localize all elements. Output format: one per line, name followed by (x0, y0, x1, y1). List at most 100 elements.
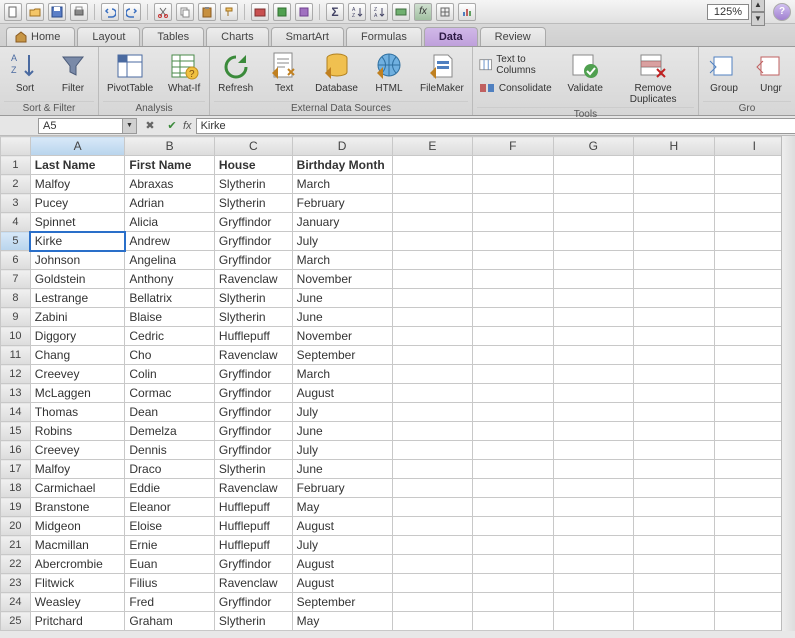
refresh-button[interactable]: Refresh (214, 49, 257, 96)
cell[interactable] (392, 574, 472, 593)
cell[interactable] (392, 460, 472, 479)
column-header[interactable]: A (30, 137, 125, 156)
cell[interactable]: Malfoy (30, 460, 125, 479)
cell[interactable] (634, 346, 715, 365)
row-header[interactable]: 6 (1, 251, 31, 270)
toolbox-icon[interactable] (251, 3, 269, 21)
cell[interactable]: Ravenclaw (214, 270, 292, 289)
cell[interactable] (634, 213, 715, 232)
cell[interactable]: Angelina (125, 251, 215, 270)
cell[interactable] (473, 194, 553, 213)
cell[interactable]: July (292, 441, 392, 460)
cell[interactable] (473, 327, 553, 346)
cell[interactable] (473, 289, 553, 308)
cell[interactable]: Euan (125, 555, 215, 574)
format-painter-icon[interactable] (220, 3, 238, 21)
cell[interactable] (473, 384, 553, 403)
cell[interactable]: Draco (125, 460, 215, 479)
cell[interactable] (392, 346, 472, 365)
cell[interactable]: Slytherin (214, 194, 292, 213)
cell[interactable]: Macmillan (30, 536, 125, 555)
cell[interactable]: July (292, 403, 392, 422)
row-header[interactable]: 2 (1, 175, 31, 194)
cut-icon[interactable] (154, 3, 172, 21)
cell[interactable]: Last Name (30, 156, 125, 175)
cell[interactable] (392, 612, 472, 631)
undo-icon[interactable] (101, 3, 119, 21)
cell[interactable]: Thomas (30, 403, 125, 422)
cell[interactable]: Flitwick (30, 574, 125, 593)
cell[interactable]: Johnson (30, 251, 125, 270)
row-header[interactable]: 13 (1, 384, 31, 403)
cell[interactable]: Adrian (125, 194, 215, 213)
cell[interactable]: Colin (125, 365, 215, 384)
cell[interactable] (553, 536, 634, 555)
sum-icon[interactable]: Σ (326, 3, 344, 21)
row-header[interactable]: 17 (1, 460, 31, 479)
tab-smartart[interactable]: SmartArt (271, 27, 344, 46)
cell[interactable]: Filius (125, 574, 215, 593)
cell[interactable] (634, 479, 715, 498)
row-header[interactable]: 16 (1, 441, 31, 460)
cell[interactable]: May (292, 498, 392, 517)
text-import-button[interactable]: Text (263, 49, 305, 96)
cell[interactable] (392, 251, 472, 270)
cell[interactable]: August (292, 555, 392, 574)
cell[interactable]: Ernie (125, 536, 215, 555)
row-header[interactable]: 22 (1, 555, 31, 574)
cell[interactable] (634, 194, 715, 213)
cell[interactable]: June (292, 289, 392, 308)
cell[interactable] (634, 270, 715, 289)
cell[interactable] (553, 517, 634, 536)
cell[interactable]: Bellatrix (125, 289, 215, 308)
cell[interactable] (553, 384, 634, 403)
filemaker-button[interactable]: FileMaker (416, 49, 468, 96)
cell[interactable] (392, 498, 472, 517)
cell[interactable] (553, 365, 634, 384)
zoom-up-icon[interactable]: ▲ (751, 0, 765, 12)
cell[interactable]: Anthony (125, 270, 215, 289)
text-to-columns-button[interactable]: Text to Columns (477, 53, 558, 77)
cell[interactable] (634, 593, 715, 612)
cell[interactable]: June (292, 308, 392, 327)
cell[interactable] (634, 441, 715, 460)
cell[interactable]: Cho (125, 346, 215, 365)
row-header[interactable]: 15 (1, 422, 31, 441)
reference-icon[interactable] (273, 3, 291, 21)
cell[interactable]: McLaggen (30, 384, 125, 403)
validate-button[interactable]: Validate (564, 49, 606, 96)
cell[interactable] (553, 346, 634, 365)
database-button[interactable]: Database (311, 49, 362, 96)
row-header[interactable]: 1 (1, 156, 31, 175)
cell[interactable]: November (292, 327, 392, 346)
cell[interactable] (473, 479, 553, 498)
column-header[interactable]: C (214, 137, 292, 156)
consolidate-button[interactable]: Consolidate (477, 79, 558, 97)
tab-tables[interactable]: Tables (142, 27, 204, 46)
cell[interactable] (553, 213, 634, 232)
cell[interactable]: Demelza (125, 422, 215, 441)
cancel-formula-icon[interactable]: ✖ (141, 118, 159, 134)
cell[interactable] (634, 517, 715, 536)
save-icon[interactable] (48, 3, 66, 21)
cell[interactable]: Cedric (125, 327, 215, 346)
cell[interactable] (392, 384, 472, 403)
cell[interactable] (634, 308, 715, 327)
row-header[interactable]: 24 (1, 593, 31, 612)
ungroup-button[interactable]: Ungr (751, 49, 791, 96)
cell[interactable]: Kirke (30, 232, 125, 251)
html-import-button[interactable]: HTML (368, 49, 410, 96)
spreadsheet[interactable]: ABCDEFGHI 1Last NameFirst NameHouseBirth… (0, 136, 795, 631)
cell[interactable]: March (292, 251, 392, 270)
cell[interactable]: Gryffindor (214, 365, 292, 384)
cell[interactable]: Creevey (30, 441, 125, 460)
cell[interactable]: February (292, 479, 392, 498)
row-header[interactable]: 9 (1, 308, 31, 327)
cell[interactable]: Creevey (30, 365, 125, 384)
cell[interactable] (473, 232, 553, 251)
row-header[interactable]: 10 (1, 327, 31, 346)
cell[interactable] (392, 327, 472, 346)
sort-button[interactable]: AZ Sort (4, 49, 46, 96)
tab-review[interactable]: Review (480, 27, 546, 46)
cell[interactable] (392, 232, 472, 251)
